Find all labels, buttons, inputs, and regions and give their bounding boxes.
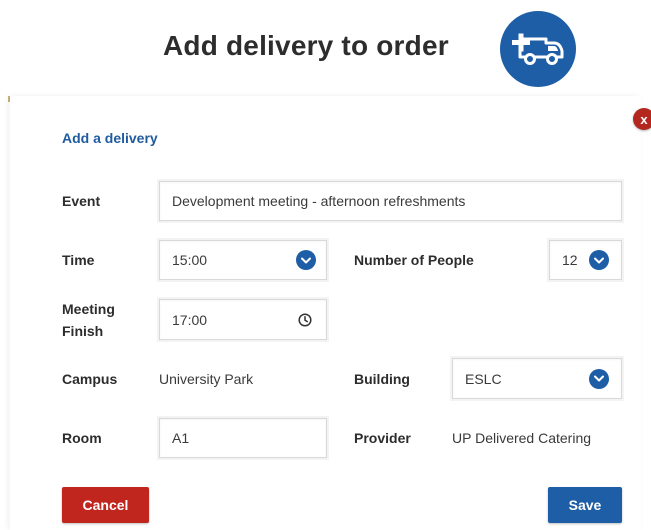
chevron-down-icon bbox=[589, 250, 609, 270]
event-value: Development meeting - afternoon refreshm… bbox=[172, 193, 466, 209]
campus-value: University Park bbox=[159, 371, 254, 387]
campus-label: Campus bbox=[62, 371, 118, 387]
provider-value: UP Delivered Catering bbox=[452, 430, 592, 446]
section-title: Add a delivery bbox=[62, 130, 158, 146]
delivery-van-add-icon bbox=[500, 11, 576, 87]
time-select[interactable]: 15:00 bbox=[159, 240, 327, 280]
number-of-people-select[interactable]: 12 bbox=[549, 240, 622, 280]
time-value: 15:00 bbox=[172, 252, 208, 268]
time-label: Time bbox=[62, 252, 95, 268]
page: Add delivery to order x Add a delivery E… bbox=[0, 0, 651, 530]
meeting-finish-label-line1: Meeting bbox=[62, 301, 115, 317]
building-select[interactable]: ESLC bbox=[452, 358, 622, 399]
number-of-people-value: 12 bbox=[562, 252, 578, 268]
building-value: ESLC bbox=[465, 370, 502, 387]
meeting-finish-time-input[interactable]: 17:00 bbox=[159, 299, 327, 340]
number-of-people-label: Number of People bbox=[354, 252, 474, 268]
provider-label: Provider bbox=[354, 430, 411, 446]
chevron-down-icon bbox=[589, 368, 609, 389]
cancel-button[interactable]: Cancel bbox=[62, 487, 149, 523]
delivery-van-add-icon-graphic bbox=[512, 33, 564, 65]
room-label: Room bbox=[62, 430, 102, 446]
save-button[interactable]: Save bbox=[548, 487, 622, 523]
building-label: Building bbox=[354, 371, 410, 387]
close-icon: x bbox=[640, 111, 648, 127]
close-button[interactable]: x bbox=[633, 108, 651, 130]
room-input[interactable]: A1 bbox=[159, 418, 327, 458]
page-title: Add delivery to order bbox=[163, 30, 449, 61]
page-header: Add delivery to order bbox=[0, 0, 651, 90]
meeting-finish-label-line2: Finish bbox=[62, 323, 104, 339]
room-value: A1 bbox=[172, 430, 190, 446]
chevron-down-icon bbox=[296, 250, 316, 270]
event-label: Event bbox=[62, 193, 101, 209]
meeting-finish-value: 17:00 bbox=[172, 311, 208, 328]
event-input[interactable]: Development meeting - afternoon refreshm… bbox=[159, 181, 622, 221]
clock-icon[interactable] bbox=[298, 312, 312, 327]
